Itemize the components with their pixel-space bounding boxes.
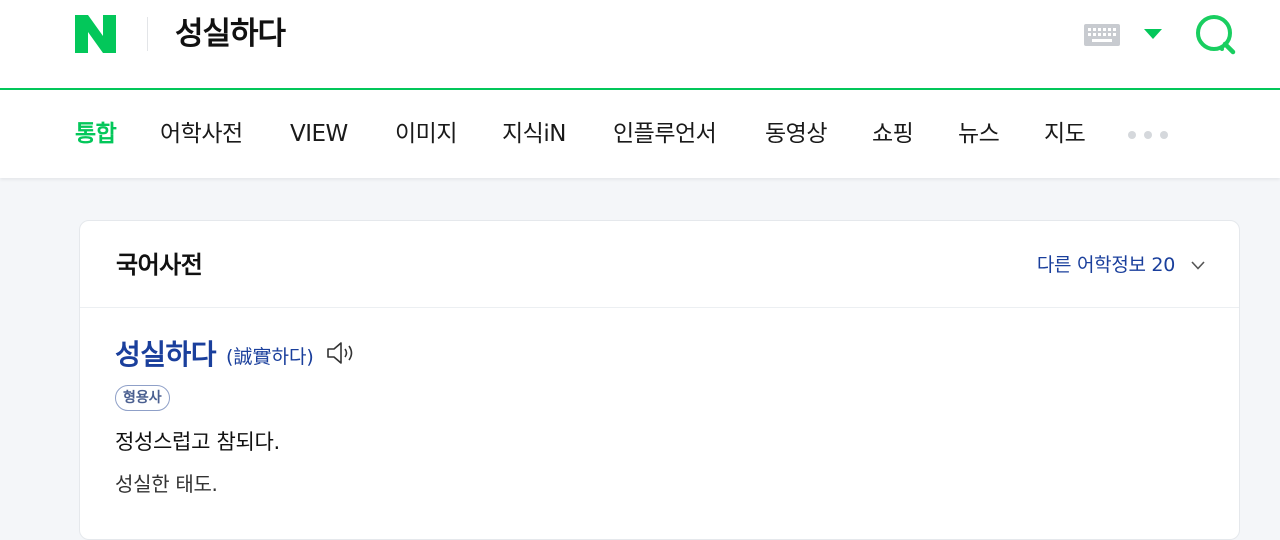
tab-dictionary[interactable]: 어학사전 [160, 90, 243, 178]
naver-logo-icon[interactable] [75, 15, 116, 53]
chevron-down-icon [1191, 260, 1205, 270]
search-icon[interactable] [1193, 12, 1239, 58]
tab-news[interactable]: 뉴스 [958, 90, 1000, 178]
dictionary-card-header: 국어사전 다른 어학정보 20 [80, 221, 1239, 308]
dictionary-card: 국어사전 다른 어학정보 20 성실하다 (誠實하다) 형용사 정성스럽고 참되… [79, 220, 1240, 540]
entry-definition: 정성스럽고 참되다. [115, 430, 280, 454]
entry-word[interactable]: 성실하다 [115, 333, 217, 373]
keyboard-icon[interactable] [1084, 24, 1120, 46]
entry-hanja: (誠實하다) [226, 345, 314, 368]
logo-divider [147, 17, 148, 51]
tab-influencer[interactable]: 인플루언서 [613, 90, 717, 178]
tab-knowledge-in[interactable]: 지식iN [502, 90, 566, 178]
search-query[interactable]: 성실하다 [175, 12, 286, 56]
tab-view[interactable]: VIEW [290, 90, 348, 178]
search-header: 성실하다 [0, 0, 1280, 90]
caret-down-icon[interactable] [1143, 28, 1163, 40]
more-language-info-button[interactable]: 다른 어학정보 20 [1037, 247, 1205, 283]
tab-map[interactable]: 지도 [1044, 90, 1086, 178]
more-language-info-label: 다른 어학정보 20 [1036, 254, 1175, 276]
speaker-icon[interactable] [326, 340, 356, 366]
entry-headword-row: 성실하다 (誠實하다) [115, 333, 356, 373]
tab-integrated[interactable]: 통합 [75, 90, 117, 178]
part-of-speech-badge: 형용사 [115, 385, 170, 411]
tab-images[interactable]: 이미지 [395, 90, 457, 178]
tab-video[interactable]: 동영상 [765, 90, 827, 178]
dictionary-title[interactable]: 국어사전 [116, 245, 203, 285]
entry-example: 성실한 태도. [115, 472, 218, 496]
more-tabs-icon[interactable] [1126, 130, 1170, 140]
search-tabs: 통합 어학사전 VIEW 이미지 지식iN 인플루언서 동영상 쇼핑 뉴스 지도 [0, 90, 1280, 178]
tab-shopping[interactable]: 쇼핑 [872, 90, 914, 178]
